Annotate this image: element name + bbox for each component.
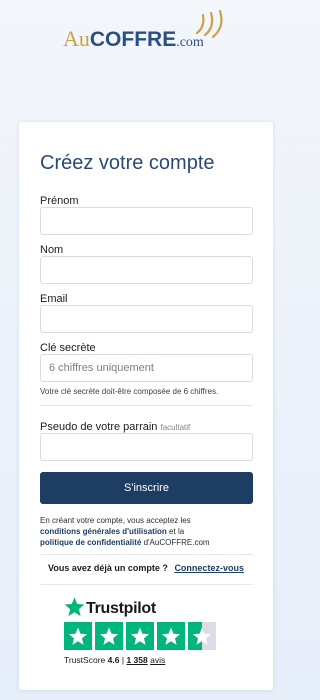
email-label: Email [40, 293, 68, 305]
signup-card: Créez votre compte Prénom Nom Email Clé … [19, 122, 273, 690]
trustpilot-star [126, 622, 154, 650]
trustscore: TrustScore 4.6 | 1 358 avis [64, 655, 165, 665]
logo-com: .com [176, 35, 204, 50]
trustpilot-star [157, 622, 185, 650]
divider [40, 405, 253, 406]
email-input[interactable] [40, 305, 253, 333]
trustpilot-star [95, 622, 123, 650]
trustpilot-star-icon [64, 597, 85, 617]
legal-middle: et la [169, 527, 185, 536]
trustpilot-rating-stars [64, 622, 224, 650]
aucoffre-logo[interactable]: AuCOFFRE.com [0, 4, 290, 64]
trustscore-label: TrustScore [64, 655, 106, 665]
review-count: 1 358 [126, 655, 148, 665]
sponsor-label-text: Pseudo de votre parrain [40, 421, 158, 433]
optional-tag: facultatif [160, 423, 191, 432]
divider [40, 554, 253, 555]
logo-coffre: COFFRE [89, 28, 177, 51]
firstname-input[interactable] [40, 207, 253, 235]
legal-notice: En créant votre compte, vous acceptez le… [40, 515, 253, 548]
legal-prefix: En créant votre compte, vous acceptez le… [40, 516, 191, 525]
sponsor-label: Pseudo de votre parrain facultatif [40, 421, 190, 433]
terms-link[interactable]: conditions générales d'utilisation [40, 527, 167, 536]
trustscore-separator: | [121, 655, 125, 665]
legal-suffix: d'AuCOFFRE.com [143, 538, 210, 547]
firstname-label: Prénom [40, 195, 79, 207]
trustpilot-widget[interactable]: Trustpilot TrustScore 4.6 | 1 358 avis [64, 596, 234, 676]
login-link[interactable]: Connectez-vous [174, 563, 244, 573]
page-title: Créez votre compte [40, 152, 215, 174]
privacy-link[interactable]: politique de confidentialité [40, 538, 141, 547]
login-prompt: Vous avez déjà un compte ? Connectez-vou… [19, 563, 273, 573]
login-question: Vous avez déjà un compte ? [48, 563, 168, 573]
trustpilot-star [64, 622, 92, 650]
secret-key-label: Clé secrète [40, 342, 96, 354]
lastname-label: Nom [40, 244, 64, 256]
secret-key-hint: Votre clé secrète doit-être composée de … [40, 387, 219, 396]
logo-au: Au [63, 26, 90, 51]
logo-wordmark: AuCOFFRE.com [63, 27, 204, 55]
trustpilot-star [188, 622, 216, 650]
trustpilot-name: Trustpilot [86, 600, 156, 617]
lastname-input[interactable] [40, 256, 253, 284]
sponsor-input[interactable] [40, 433, 253, 461]
divider [40, 584, 253, 585]
signup-button[interactable]: S'inscrire [40, 472, 253, 504]
trustscore-value: 4.6 [107, 655, 120, 665]
reviews-label: avis [150, 655, 166, 665]
secret-key-input[interactable] [40, 354, 253, 382]
